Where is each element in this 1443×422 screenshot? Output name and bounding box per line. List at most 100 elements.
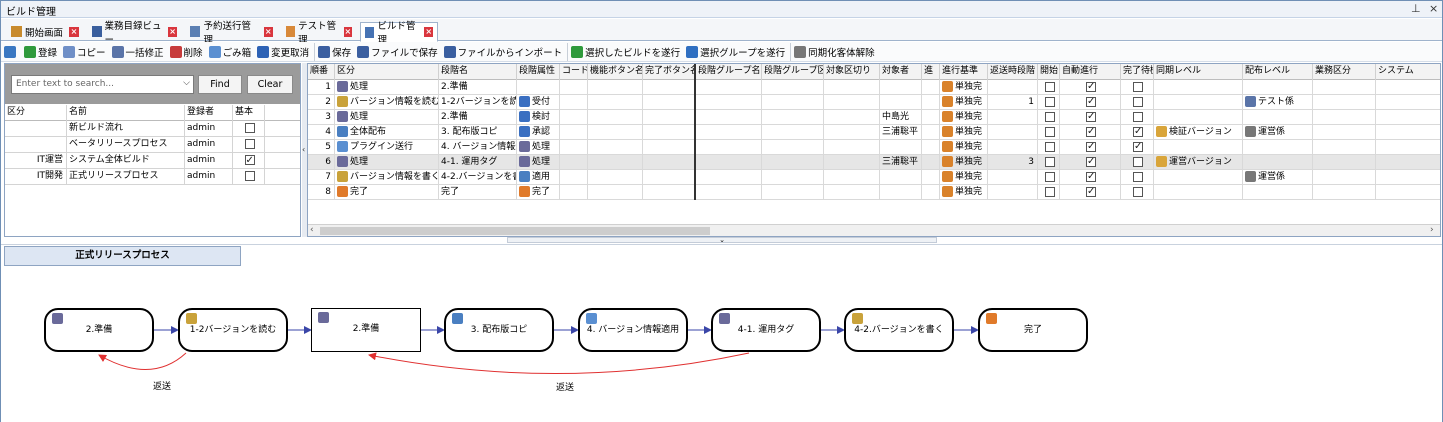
column-header[interactable]: 区分 (335, 64, 439, 80)
horizontal-scrollbar[interactable]: ‹ › (308, 224, 1440, 236)
column-header[interactable]: 段階グループ区 (762, 64, 824, 80)
flow-node[interactable]: 3. 配布版コピ (444, 308, 554, 352)
table-row[interactable]: 1 処理 2.準備 単独完 (308, 80, 1440, 95)
table-row[interactable]: IT運営 システム全体ビルド admin (5, 153, 300, 169)
column-header[interactable]: コード (560, 64, 588, 80)
column-header[interactable]: 配布レベル (1243, 64, 1313, 80)
close-icon[interactable]: × (343, 26, 352, 37)
start-checkbox[interactable] (1044, 141, 1055, 152)
column-header[interactable]: 段階名 (439, 64, 517, 80)
basic-checkbox[interactable] (244, 138, 255, 149)
toolbar-button-0[interactable] (1, 43, 21, 61)
flow-node[interactable]: 4-1. 運用タグ (711, 308, 821, 352)
tab-2[interactable]: 予約送行管理 × (185, 21, 278, 46)
column-header[interactable]: 登録者 (185, 105, 233, 121)
auto-checkbox[interactable] (1086, 185, 1096, 199)
table-row[interactable]: 2 バージョン情報を読む1-2バージョンを読む 受付 単独完 1 テスト係 (308, 95, 1440, 110)
basic-checkbox[interactable] (244, 153, 255, 168)
table-row[interactable]: 新ビルド流れ admin (5, 121, 300, 137)
column-header[interactable]: 基本 (233, 105, 265, 121)
table-row[interactable]: IT開発 正式リリースプロセス admin (5, 169, 300, 185)
toolbar-button-7[interactable]: 保存 (314, 42, 354, 61)
flow-node[interactable]: 1-2バージョンを読む (178, 308, 288, 352)
basic-checkbox[interactable] (244, 170, 255, 181)
column-header[interactable]: 進行基準 (940, 64, 988, 80)
wait-checkbox[interactable] (1133, 111, 1143, 122)
toolbar-button-6[interactable]: 変更取消 (254, 43, 312, 61)
pin-icon[interactable]: ⊥ (1411, 2, 1421, 15)
toolbar-button-12[interactable]: 同期化客体解除 (790, 42, 878, 61)
find-button[interactable]: Find (198, 75, 242, 94)
column-header[interactable]: 完了ボタン名 (643, 64, 696, 80)
column-header[interactable]: 順番 (308, 64, 335, 80)
auto-checkbox[interactable] (1086, 170, 1096, 184)
close-icon[interactable]: × (168, 26, 177, 37)
wait-checkbox[interactable] (1133, 171, 1143, 182)
table-row[interactable]: 7 バージョン情報を書く4-2.バージョンを書く 適用 単独完 運営係 (308, 170, 1440, 185)
table-row[interactable]: 5 プラグイン送行 4. バージョン情報適 処理 単独完 (308, 140, 1440, 155)
column-header[interactable]: 区分 (5, 105, 67, 121)
table-row[interactable]: 6 処理 4-1. 運用タグ 処理 三浦聡平 単独完 3 運営バージョン (308, 155, 1440, 170)
start-checkbox[interactable] (1044, 111, 1055, 122)
column-header[interactable]: 対象区切り (824, 64, 880, 80)
flow-node[interactable]: 4. バージョン情報適用 (578, 308, 688, 352)
column-header[interactable]: 段階グループ名 (696, 64, 762, 80)
toolbar-button-10[interactable]: 選択したビルドを遂行 (567, 42, 683, 61)
column-header[interactable]: 機能ボタン名 (588, 64, 643, 80)
start-checkbox[interactable] (1044, 156, 1055, 167)
column-header[interactable]: 開始 (1038, 64, 1060, 80)
column-header[interactable]: システム (1376, 64, 1440, 80)
start-checkbox[interactable] (1044, 186, 1055, 197)
close-icon[interactable]: × (424, 27, 433, 37)
search-input[interactable]: Enter text to search... ⌵ (11, 75, 194, 94)
auto-checkbox[interactable] (1086, 140, 1096, 154)
column-header[interactable]: 業務区分 (1313, 64, 1376, 80)
wait-checkbox[interactable] (1133, 186, 1143, 197)
flow-node[interactable]: 2.準備 (44, 308, 154, 352)
auto-checkbox[interactable] (1086, 125, 1096, 139)
wait-checkbox[interactable] (1133, 125, 1143, 139)
start-checkbox[interactable] (1044, 96, 1055, 107)
auto-checkbox[interactable] (1086, 110, 1096, 124)
flow-node[interactable]: 2.準備 (311, 308, 421, 352)
basic-checkbox[interactable] (244, 122, 255, 133)
tab-0[interactable]: 開始画面 × (6, 22, 84, 41)
scroll-left-icon[interactable]: ‹ (310, 225, 314, 235)
column-header[interactable]: 対象者 (880, 64, 922, 80)
column-header[interactable]: 進 (922, 64, 940, 80)
chevron-down-icon[interactable]: ⌵ (183, 78, 190, 88)
toolbar-button-4[interactable]: 削除 (167, 43, 206, 61)
table-row[interactable]: 3 処理 2.準備 検討 中島光 単独完 (308, 110, 1440, 125)
tab-1[interactable]: 業務目録ビュー × (87, 21, 182, 46)
auto-checkbox[interactable] (1086, 95, 1096, 109)
scroll-right-icon[interactable]: › (1430, 225, 1434, 235)
column-header[interactable]: 同期レベル (1154, 64, 1243, 80)
toolbar-button-2[interactable]: コピー (60, 43, 109, 61)
toolbar-button-11[interactable]: 選択グループを遂行 (683, 43, 788, 61)
close-icon[interactable]: × (263, 26, 273, 37)
table-row[interactable]: 4 全体配布 3. 配布版コピ 承認 三浦聡平 単独完 検証バージョン 運営係 (308, 125, 1440, 140)
toolbar-button-8[interactable]: ファイルで保存 (354, 43, 441, 61)
chevron-left-icon[interactable]: ‹ (302, 145, 305, 154)
scroll-thumb[interactable] (320, 227, 710, 235)
flow-node[interactable]: 4-2.バージョンを書く (844, 308, 954, 352)
toolbar-button-3[interactable]: 一括修正 (109, 43, 167, 61)
column-header[interactable]: 名前 (67, 105, 185, 121)
flow-node[interactable]: 完了 (978, 308, 1088, 352)
column-header[interactable]: 段階属性 (517, 64, 560, 80)
wait-checkbox[interactable] (1133, 96, 1143, 107)
wait-checkbox[interactable] (1133, 81, 1143, 92)
start-checkbox[interactable] (1044, 126, 1055, 137)
toolbar-button-9[interactable]: ファイルからインポート (441, 43, 566, 61)
close-icon[interactable]: × (69, 26, 79, 37)
auto-checkbox[interactable] (1086, 80, 1096, 94)
auto-checkbox[interactable] (1086, 155, 1096, 169)
start-checkbox[interactable] (1044, 81, 1055, 92)
tab-3[interactable]: テスト管理 × (281, 21, 357, 46)
wait-checkbox[interactable] (1133, 140, 1143, 154)
table-row[interactable]: 8 完了 完了 完了 単独完 (308, 185, 1440, 200)
column-header[interactable]: 自動進行 (1060, 64, 1121, 80)
toolbar-button-5[interactable]: ごみ箱 (206, 43, 255, 61)
clear-button[interactable]: Clear (247, 75, 293, 94)
close-icon[interactable]: × (1429, 2, 1438, 15)
